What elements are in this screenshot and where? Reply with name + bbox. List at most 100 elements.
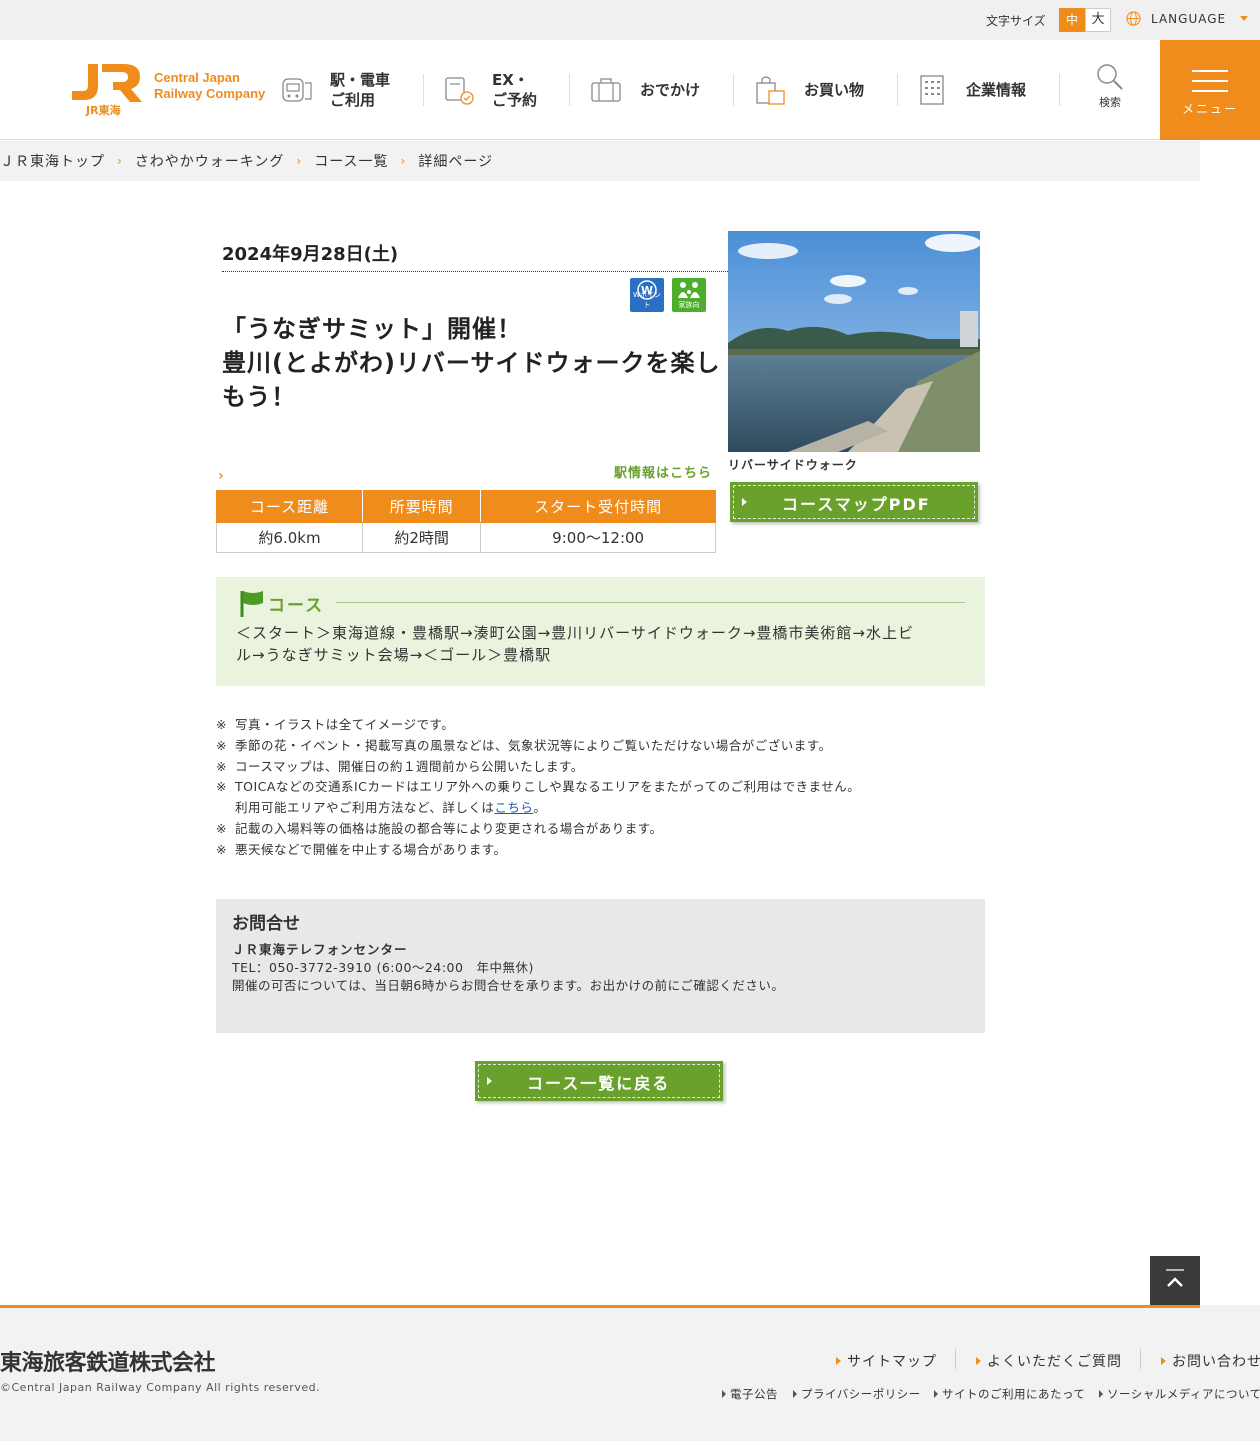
menu-label: メニュー: [1181, 102, 1238, 116]
contact-section: お問合せ ＪＲ東海テレフォンセンター TEL：050-3772-3910 (6:…: [216, 899, 985, 1033]
chevron-right-icon: ›: [117, 154, 123, 168]
course-heading: コース: [268, 596, 325, 616]
jr-logo-icon: [72, 64, 142, 102]
list-item: 利用可能エリアやご利用方法など、詳しくはこちら。: [235, 800, 547, 816]
breadcrumb-walking[interactable]: さわやかウォーキング: [135, 151, 285, 171]
course-photo: [728, 231, 980, 452]
chevron-right-icon: ›: [296, 154, 303, 168]
triangle-right-icon: [742, 498, 747, 506]
contact-tel: TEL：050-3772-3910 (6:00～24:00 年中無休): [232, 960, 534, 975]
contact-heading: お問合せ: [232, 914, 300, 934]
course-distance: 約6.0km: [215, 522, 364, 553]
nav-station-train[interactable]: 駅・電車 ご利用: [280, 40, 390, 140]
menu-button[interactable]: メニュー: [1160, 40, 1260, 140]
footer-divider: [955, 1349, 956, 1369]
nav-odekake[interactable]: おでかけ: [590, 40, 700, 140]
shopping-bag-icon: [756, 76, 785, 105]
search-button[interactable]: 検索: [1090, 62, 1130, 110]
station-info-link[interactable]: 駅情報はこちら: [614, 462, 712, 481]
contact-note: 開催の可否については、当日朝6時からお問合せを承ります。お出かけの前にご確認くだ…: [232, 978, 785, 993]
notes-list: ※ 写真・イラストは全てイメージです。 ※ 季節の花・イベント・掲載写真の風景などは…: [216, 715, 976, 861]
page-top-button[interactable]: [1150, 1256, 1200, 1306]
footer-company-name: 東海旅客鉄道株式会社: [0, 1351, 216, 1376]
flag-icon: [240, 591, 263, 617]
footer-divider: [1140, 1349, 1141, 1369]
footer-link-social[interactable]: ソーシャルメディアについて: [1099, 1386, 1260, 1402]
triangle-right-icon: [722, 1390, 726, 1398]
family-badge: 家族向: [672, 278, 706, 312]
event-title: 「うなぎサミット」開催！ 豊川(とよがわ)リバーサイドウォークを楽し もう！: [222, 315, 721, 411]
hamburger-icon: [1192, 70, 1228, 100]
list-item: ※ 写真・イラストは全てイメージです。: [216, 717, 455, 732]
language-label: LANGUAGE: [1151, 11, 1227, 26]
chevron-right-icon: ›: [400, 154, 407, 168]
footer-link-e-notice[interactable]: 電子公告: [722, 1386, 778, 1402]
list-item: ※ 季節の花・イベント・掲載写真の風景などは、気象状況等によりご覧いただけない場合…: [216, 737, 832, 753]
ticket-check-icon: [445, 77, 474, 105]
font-size-label: 文字サイズ: [986, 14, 1046, 28]
required-time: 約2時間: [362, 522, 482, 553]
logo-subtitle: JR東海: [86, 104, 121, 117]
footer-link-faq[interactable]: よくいただくご質問: [976, 1351, 1122, 1371]
nav-divider: [423, 74, 424, 106]
chevron-right-icon: ›: [218, 468, 224, 484]
table-header: 所要時間: [362, 490, 482, 523]
globe-icon: [1126, 11, 1141, 26]
train-icon: [282, 78, 312, 102]
font-size-medium-button[interactable]: 中: [1059, 8, 1085, 32]
nav-ex-reservation[interactable]: EX・ ご予約: [442, 40, 537, 140]
back-to-course-list-button[interactable]: コース一覧に戻る: [475, 1061, 723, 1101]
breadcrumb: ＪＲ東海トップ › さわやかウォーキング › コース一覧 › 詳細ページ: [0, 141, 1200, 181]
family-icon: [678, 282, 700, 298]
breadcrumb-course-list[interactable]: コース一覧: [314, 151, 388, 171]
list-item: ※ コースマップは、開催日の約１週間前から公開いたします。: [216, 758, 584, 774]
font-size-large-button[interactable]: 大: [1085, 8, 1111, 32]
triangle-right-icon: [976, 1357, 981, 1365]
contact-name: ＪＲ東海テレフォンセンター: [232, 942, 408, 957]
list-item: ※ TOICAなどの交通系ICカードはエリア外への乗りこしや異なるエリアをまたがっ…: [216, 779, 861, 795]
nav-divider: [733, 74, 734, 106]
site-footer: 東海旅客鉄道株式会社 ©Central Japan Railway Compan…: [0, 1305, 1260, 1441]
footer-link-terms[interactable]: サイトのご利用にあたって: [934, 1386, 1085, 1402]
course-map-pdf-button[interactable]: コースマップPDF: [730, 482, 978, 522]
building-icon: [920, 75, 944, 105]
nav-divider: [569, 74, 570, 106]
list-item: ※ 記載の入場料等の価格は施設の都合等により変更される場合があります。: [216, 820, 663, 836]
course-info-table: コース距離 所要時間 スタート受付時間 約6.0km 約2時間 9:00～12:…: [215, 490, 716, 553]
w-point-badge: W Wポイント: [630, 278, 664, 312]
footer-link-contact[interactable]: お問い合わせ: [1161, 1351, 1260, 1371]
photo-caption: リバーサイドウォーク: [728, 458, 858, 472]
triangle-right-icon: [934, 1390, 938, 1398]
triangle-right-icon: [1161, 1357, 1166, 1365]
site-header: JR東海 Central Japan Railway Company 駅・電車ご…: [0, 40, 1260, 140]
date-divider: [222, 271, 728, 272]
course-route: ＜スタート＞東海道線・豊橋駅→湊町公園→豊川リバーサイドウォーク→豊橋市美術館→…: [236, 624, 914, 664]
logo-text: Central Japan Railway Company: [154, 70, 266, 101]
chevron-up-icon: [1166, 1269, 1184, 1287]
triangle-right-icon: [1099, 1390, 1103, 1398]
nav-shopping[interactable]: お買い物: [754, 40, 864, 140]
breadcrumb-home[interactable]: ＪＲ東海トップ: [0, 151, 105, 171]
course-divider: [336, 602, 965, 603]
nav-divider: [1059, 74, 1060, 106]
ic-card-info-link[interactable]: こちら: [494, 800, 533, 815]
footer-link-privacy[interactable]: プライバシーポリシー: [793, 1386, 921, 1402]
chevron-down-icon: [1240, 16, 1249, 21]
start-reception-time: 9:00～12:00: [480, 522, 716, 553]
event-date: 2024年9月28日(土): [222, 244, 399, 265]
search-label: 検索: [1099, 96, 1121, 109]
triangle-right-icon: [836, 1357, 841, 1365]
suitcase-icon: [591, 78, 621, 102]
list-item: ※ 悪天候などで開催を中止する場合があります。: [216, 841, 507, 857]
footer-link-sitemap[interactable]: サイトマップ: [836, 1351, 937, 1371]
nav-corporate[interactable]: 企業情報: [916, 40, 1026, 140]
course-section: コース ＜スタート＞東海道線・豊橋駅→湊町公園→豊川リバーサイドウォーク→豊橋市…: [216, 577, 985, 686]
utility-bar: 文字サイズ 中 大 LANGUAGE: [0, 0, 1260, 40]
language-selector[interactable]: LANGUAGE: [1126, 11, 1249, 26]
footer-copyright: ©Central Japan Railway Company All right…: [0, 1381, 321, 1394]
search-icon: [1097, 64, 1123, 90]
footer-accent-line: [0, 1305, 1200, 1308]
nav-divider: [897, 74, 898, 106]
triangle-right-icon: [487, 1077, 492, 1085]
triangle-right-icon: [793, 1390, 797, 1398]
